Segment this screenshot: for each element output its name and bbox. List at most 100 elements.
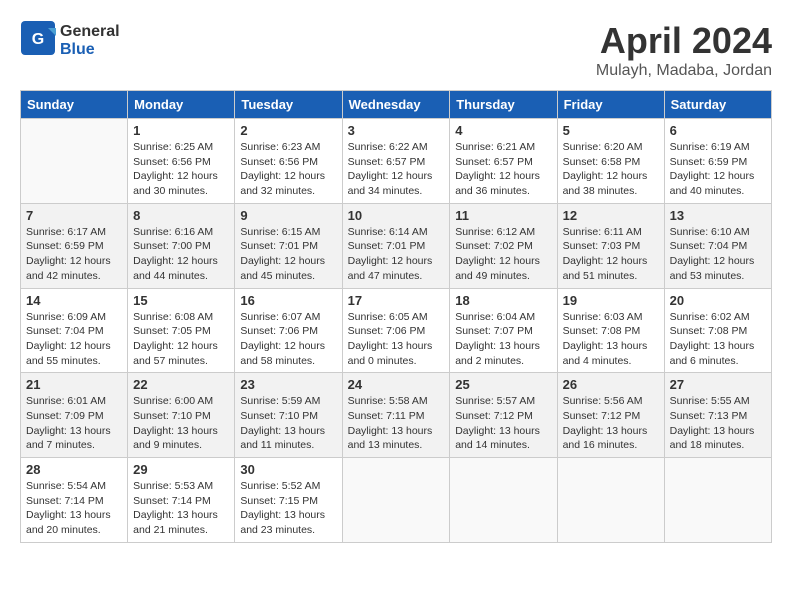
day-number: 26 bbox=[563, 377, 659, 392]
calendar-table: SundayMondayTuesdayWednesdayThursdayFrid… bbox=[20, 90, 772, 543]
logo: G General Blue bbox=[20, 20, 120, 61]
calendar-title-area: April 2024 Mulayh, Madaba, Jordan bbox=[596, 20, 772, 80]
day-info: Sunrise: 5:58 AMSunset: 7:11 PMDaylight:… bbox=[348, 394, 445, 453]
day-info: Sunrise: 5:53 AMSunset: 7:14 PMDaylight:… bbox=[133, 479, 229, 538]
page-header: G General Blue April 2024 Mulayh, Madaba… bbox=[20, 20, 772, 80]
day-number: 28 bbox=[26, 462, 122, 477]
calendar-cell: 12Sunrise: 6:11 AMSunset: 7:03 PMDayligh… bbox=[557, 203, 664, 288]
calendar-cell: 9 Sunrise: 6:15 AMSunset: 7:01 PMDaylight… bbox=[235, 203, 342, 288]
day-number: 5 bbox=[563, 123, 659, 138]
calendar-cell: 3Sunrise: 6:22 AMSunset: 6:57 PMDaylight… bbox=[342, 119, 450, 204]
calendar-cell: 23 Sunrise: 5:59 AMSunset: 7:10 PMDayligh… bbox=[235, 373, 342, 458]
day-info: Sunrise: 5:59 AMSunset: 7:10 PMDaylight:… bbox=[240, 394, 336, 453]
calendar-cell: 28 Sunrise: 5:54 AMSunset: 7:14 PMDayligh… bbox=[21, 458, 128, 543]
calendar-week-row: 1Sunrise: 6:25 AMSunset: 6:56 PMDaylight… bbox=[21, 119, 772, 204]
header-thursday: Thursday bbox=[450, 91, 557, 119]
day-info: Sunrise: 6:10 AMSunset: 7:04 PMDaylight:… bbox=[670, 225, 766, 284]
calendar-cell: 26 Sunrise: 5:56 AMSunset: 7:12 PMDayligh… bbox=[557, 373, 664, 458]
day-number: 8 bbox=[133, 208, 229, 223]
calendar-cell: 27Sunrise: 5:55 AMSunset: 7:13 PMDayligh… bbox=[664, 373, 771, 458]
location-subtitle: Mulayh, Madaba, Jordan bbox=[596, 62, 772, 80]
calendar-week-row: 7Sunrise: 6:17 AMSunset: 6:59 PMDaylight… bbox=[21, 203, 772, 288]
calendar-cell: 1Sunrise: 6:25 AMSunset: 6:56 PMDaylight… bbox=[128, 119, 235, 204]
day-info: Sunrise: 5:54 AMSunset: 7:14 PMDaylight:… bbox=[26, 479, 122, 538]
calendar-cell: 19 Sunrise: 6:03 AMSunset: 7:08 PMDayligh… bbox=[557, 288, 664, 373]
calendar-cell: 14 Sunrise: 6:09 AMSunset: 7:04 PMDayligh… bbox=[21, 288, 128, 373]
day-info: Sunrise: 6:20 AMSunset: 6:58 PMDaylight:… bbox=[563, 140, 659, 199]
day-info: Sunrise: 6:05 AMSunset: 7:06 PMDaylight:… bbox=[348, 310, 445, 369]
calendar-cell: 17 Sunrise: 6:05 AMSunset: 7:06 PMDayligh… bbox=[342, 288, 450, 373]
day-number: 19 bbox=[563, 293, 659, 308]
calendar-week-row: 28 Sunrise: 5:54 AMSunset: 7:14 PMDayligh… bbox=[21, 458, 772, 543]
calendar-cell: 25 Sunrise: 5:57 AMSunset: 7:12 PMDayligh… bbox=[450, 373, 557, 458]
calendar-cell bbox=[450, 458, 557, 543]
day-number: 6 bbox=[670, 123, 766, 138]
day-info: Sunrise: 5:55 AMSunset: 7:13 PMDaylight:… bbox=[670, 394, 766, 453]
calendar-cell bbox=[21, 119, 128, 204]
header-friday: Friday bbox=[557, 91, 664, 119]
day-number: 9 bbox=[240, 208, 336, 223]
day-number: 30 bbox=[240, 462, 336, 477]
calendar-cell: 13Sunrise: 6:10 AMSunset: 7:04 PMDayligh… bbox=[664, 203, 771, 288]
calendar-week-row: 14 Sunrise: 6:09 AMSunset: 7:04 PMDayligh… bbox=[21, 288, 772, 373]
day-number: 21 bbox=[26, 377, 122, 392]
day-info: Sunrise: 6:04 AMSunset: 7:07 PMDaylight:… bbox=[455, 310, 551, 369]
day-info: Sunrise: 6:17 AMSunset: 6:59 PMDaylight:… bbox=[26, 225, 122, 284]
header-sunday: Sunday bbox=[21, 91, 128, 119]
day-number: 14 bbox=[26, 293, 122, 308]
day-number: 25 bbox=[455, 377, 551, 392]
calendar-cell: 4 Sunrise: 6:21 AMSunset: 6:57 PMDaylight… bbox=[450, 119, 557, 204]
day-info: Sunrise: 6:14 AMSunset: 7:01 PMDaylight:… bbox=[348, 225, 445, 284]
day-number: 20 bbox=[670, 293, 766, 308]
calendar-cell: 15Sunrise: 6:08 AMSunset: 7:05 PMDayligh… bbox=[128, 288, 235, 373]
day-info: Sunrise: 6:09 AMSunset: 7:04 PMDaylight:… bbox=[26, 310, 122, 369]
day-number: 16 bbox=[240, 293, 336, 308]
day-info: Sunrise: 6:11 AMSunset: 7:03 PMDaylight:… bbox=[563, 225, 659, 284]
day-info: Sunrise: 6:22 AMSunset: 6:57 PMDaylight:… bbox=[348, 140, 445, 199]
day-info: Sunrise: 6:19 AMSunset: 6:59 PMDaylight:… bbox=[670, 140, 766, 199]
day-info: Sunrise: 6:02 AMSunset: 7:08 PMDaylight:… bbox=[670, 310, 766, 369]
day-info: Sunrise: 5:57 AMSunset: 7:12 PMDaylight:… bbox=[455, 394, 551, 453]
day-number: 11 bbox=[455, 208, 551, 223]
day-number: 10 bbox=[348, 208, 445, 223]
calendar-cell: 2 Sunrise: 6:23 AMSunset: 6:56 PMDaylight… bbox=[235, 119, 342, 204]
header-wednesday: Wednesday bbox=[342, 91, 450, 119]
calendar-cell: 29 Sunrise: 5:53 AMSunset: 7:14 PMDayligh… bbox=[128, 458, 235, 543]
month-title: April 2024 bbox=[596, 20, 772, 62]
day-number: 2 bbox=[240, 123, 336, 138]
day-number: 4 bbox=[455, 123, 551, 138]
calendar-cell: 18 Sunrise: 6:04 AMSunset: 7:07 PMDayligh… bbox=[450, 288, 557, 373]
day-info: Sunrise: 6:21 AMSunset: 6:57 PMDaylight:… bbox=[455, 140, 551, 199]
header-monday: Monday bbox=[128, 91, 235, 119]
day-info: Sunrise: 6:15 AMSunset: 7:01 PMDaylight:… bbox=[240, 225, 336, 284]
calendar-cell bbox=[664, 458, 771, 543]
day-number: 1 bbox=[133, 123, 229, 138]
day-info: Sunrise: 6:07 AMSunset: 7:06 PMDaylight:… bbox=[240, 310, 336, 369]
day-info: Sunrise: 6:23 AMSunset: 6:56 PMDaylight:… bbox=[240, 140, 336, 199]
day-number: 22 bbox=[133, 377, 229, 392]
day-number: 23 bbox=[240, 377, 336, 392]
day-info: Sunrise: 5:52 AMSunset: 7:15 PMDaylight:… bbox=[240, 479, 336, 538]
calendar-week-row: 21Sunrise: 6:01 AMSunset: 7:09 PMDayligh… bbox=[21, 373, 772, 458]
logo-general: General bbox=[60, 23, 120, 40]
day-info: Sunrise: 6:03 AMSunset: 7:08 PMDaylight:… bbox=[563, 310, 659, 369]
day-number: 24 bbox=[348, 377, 445, 392]
day-info: Sunrise: 6:08 AMSunset: 7:05 PMDaylight:… bbox=[133, 310, 229, 369]
logo-blue: Blue bbox=[60, 41, 95, 58]
calendar-header-row: SundayMondayTuesdayWednesdayThursdayFrid… bbox=[21, 91, 772, 119]
calendar-cell bbox=[342, 458, 450, 543]
day-number: 29 bbox=[133, 462, 229, 477]
header-tuesday: Tuesday bbox=[235, 91, 342, 119]
day-number: 18 bbox=[455, 293, 551, 308]
calendar-cell: 11Sunrise: 6:12 AMSunset: 7:02 PMDayligh… bbox=[450, 203, 557, 288]
calendar-cell: 22 Sunrise: 6:00 AMSunset: 7:10 PMDayligh… bbox=[128, 373, 235, 458]
calendar-cell: 30 Sunrise: 5:52 AMSunset: 7:15 PMDayligh… bbox=[235, 458, 342, 543]
logo-icon: G bbox=[20, 20, 56, 61]
calendar-cell: 21Sunrise: 6:01 AMSunset: 7:09 PMDayligh… bbox=[21, 373, 128, 458]
day-number: 17 bbox=[348, 293, 445, 308]
day-info: Sunrise: 6:00 AMSunset: 7:10 PMDaylight:… bbox=[133, 394, 229, 453]
calendar-cell: 5 Sunrise: 6:20 AMSunset: 6:58 PMDaylight… bbox=[557, 119, 664, 204]
day-info: Sunrise: 6:16 AMSunset: 7:00 PMDaylight:… bbox=[133, 225, 229, 284]
calendar-cell: 20 Sunrise: 6:02 AMSunset: 7:08 PMDayligh… bbox=[664, 288, 771, 373]
day-info: Sunrise: 5:56 AMSunset: 7:12 PMDaylight:… bbox=[563, 394, 659, 453]
